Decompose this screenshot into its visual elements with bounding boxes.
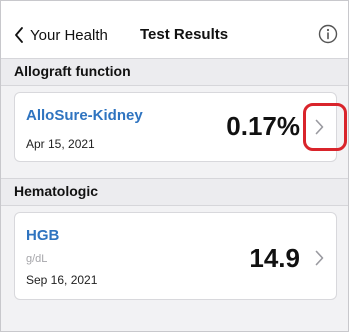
result-unit: g/dL (26, 253, 48, 265)
chevron-right-icon (315, 250, 324, 266)
info-button[interactable] (318, 24, 338, 44)
back-button-label: Your Health (30, 26, 108, 44)
highlight-annotation (303, 103, 347, 151)
result-card-allosure[interactable]: AlloSure-Kidney Apr 15, 2021 0.17% (14, 92, 337, 162)
chevron-left-icon (15, 27, 23, 43)
back-button[interactable]: Your Health (14, 24, 108, 46)
page-title: Test Results (140, 26, 229, 43)
result-name: AlloSure-Kidney (26, 107, 143, 124)
result-card-hgb[interactable]: HGB g/dL Sep 16, 2021 14.9 (14, 212, 337, 300)
result-name: HGB (26, 227, 60, 244)
info-icon (318, 24, 338, 44)
section-header-allograft: Allograft function (0, 58, 349, 86)
section-title: Allograft function (14, 63, 131, 79)
result-value: 14.9 (249, 243, 300, 273)
navigation-bar: Your Health Test Results (0, 0, 349, 58)
result-date: Apr 15, 2021 (26, 137, 95, 151)
result-value: 0.17% (226, 111, 300, 141)
result-date: Sep 16, 2021 (26, 273, 98, 287)
section-header-hematologic: Hematologic (0, 178, 349, 206)
section-title: Hematologic (14, 183, 99, 199)
